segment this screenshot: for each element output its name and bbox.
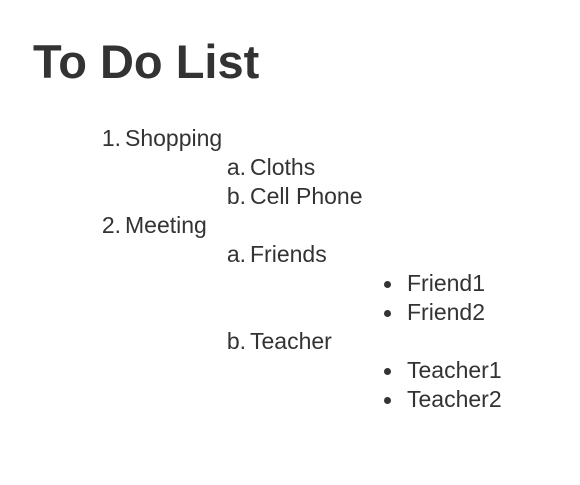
- bullet-dot-icon: [384, 368, 391, 375]
- bullet-dot-icon: [384, 281, 391, 288]
- page-title: To Do List: [33, 35, 260, 88]
- list-letter: b.: [226, 183, 246, 209]
- list-item-meeting: 2. Meeting: [0, 211, 580, 240]
- bullet-item-label: Friend1: [407, 270, 485, 296]
- bullet-item-label: Teacher2: [407, 386, 502, 412]
- list-number: 2.: [101, 212, 121, 238]
- bullet-dot-icon: [384, 310, 391, 317]
- list-number: 1.: [101, 125, 121, 151]
- list-letter: a.: [226, 154, 246, 180]
- bullet-item-friend2: Friend2: [0, 298, 580, 327]
- sublist-item-label: Friends: [250, 241, 327, 267]
- sublist-item-friends: a. Friends: [0, 240, 580, 269]
- sublist-item-cell-phone: b. Cell Phone: [0, 182, 580, 211]
- list-letter: a.: [226, 241, 246, 267]
- todo-list: 1. Shopping a. Cloths b. Cell Phone 2. M…: [0, 124, 580, 414]
- bullet-item-label: Teacher1: [407, 357, 502, 383]
- sublist-item-cloths: a. Cloths: [0, 153, 580, 182]
- bullet-item-teacher1: Teacher1: [0, 356, 580, 385]
- bullet-item-friend1: Friend1: [0, 269, 580, 298]
- bullet-item-teacher2: Teacher2: [0, 385, 580, 414]
- sublist-item-label: Cell Phone: [250, 183, 363, 209]
- list-letter: b.: [226, 328, 246, 354]
- sublist-item-label: Cloths: [250, 154, 316, 180]
- sublist-item-label: Teacher: [250, 328, 332, 354]
- list-item-shopping: 1. Shopping: [0, 124, 580, 153]
- sublist-item-teacher: b. Teacher: [0, 327, 580, 356]
- list-item-label: Meeting: [125, 212, 207, 238]
- list-item-label: Shopping: [125, 125, 223, 151]
- bullet-item-label: Friend2: [407, 299, 485, 325]
- bullet-dot-icon: [384, 397, 391, 404]
